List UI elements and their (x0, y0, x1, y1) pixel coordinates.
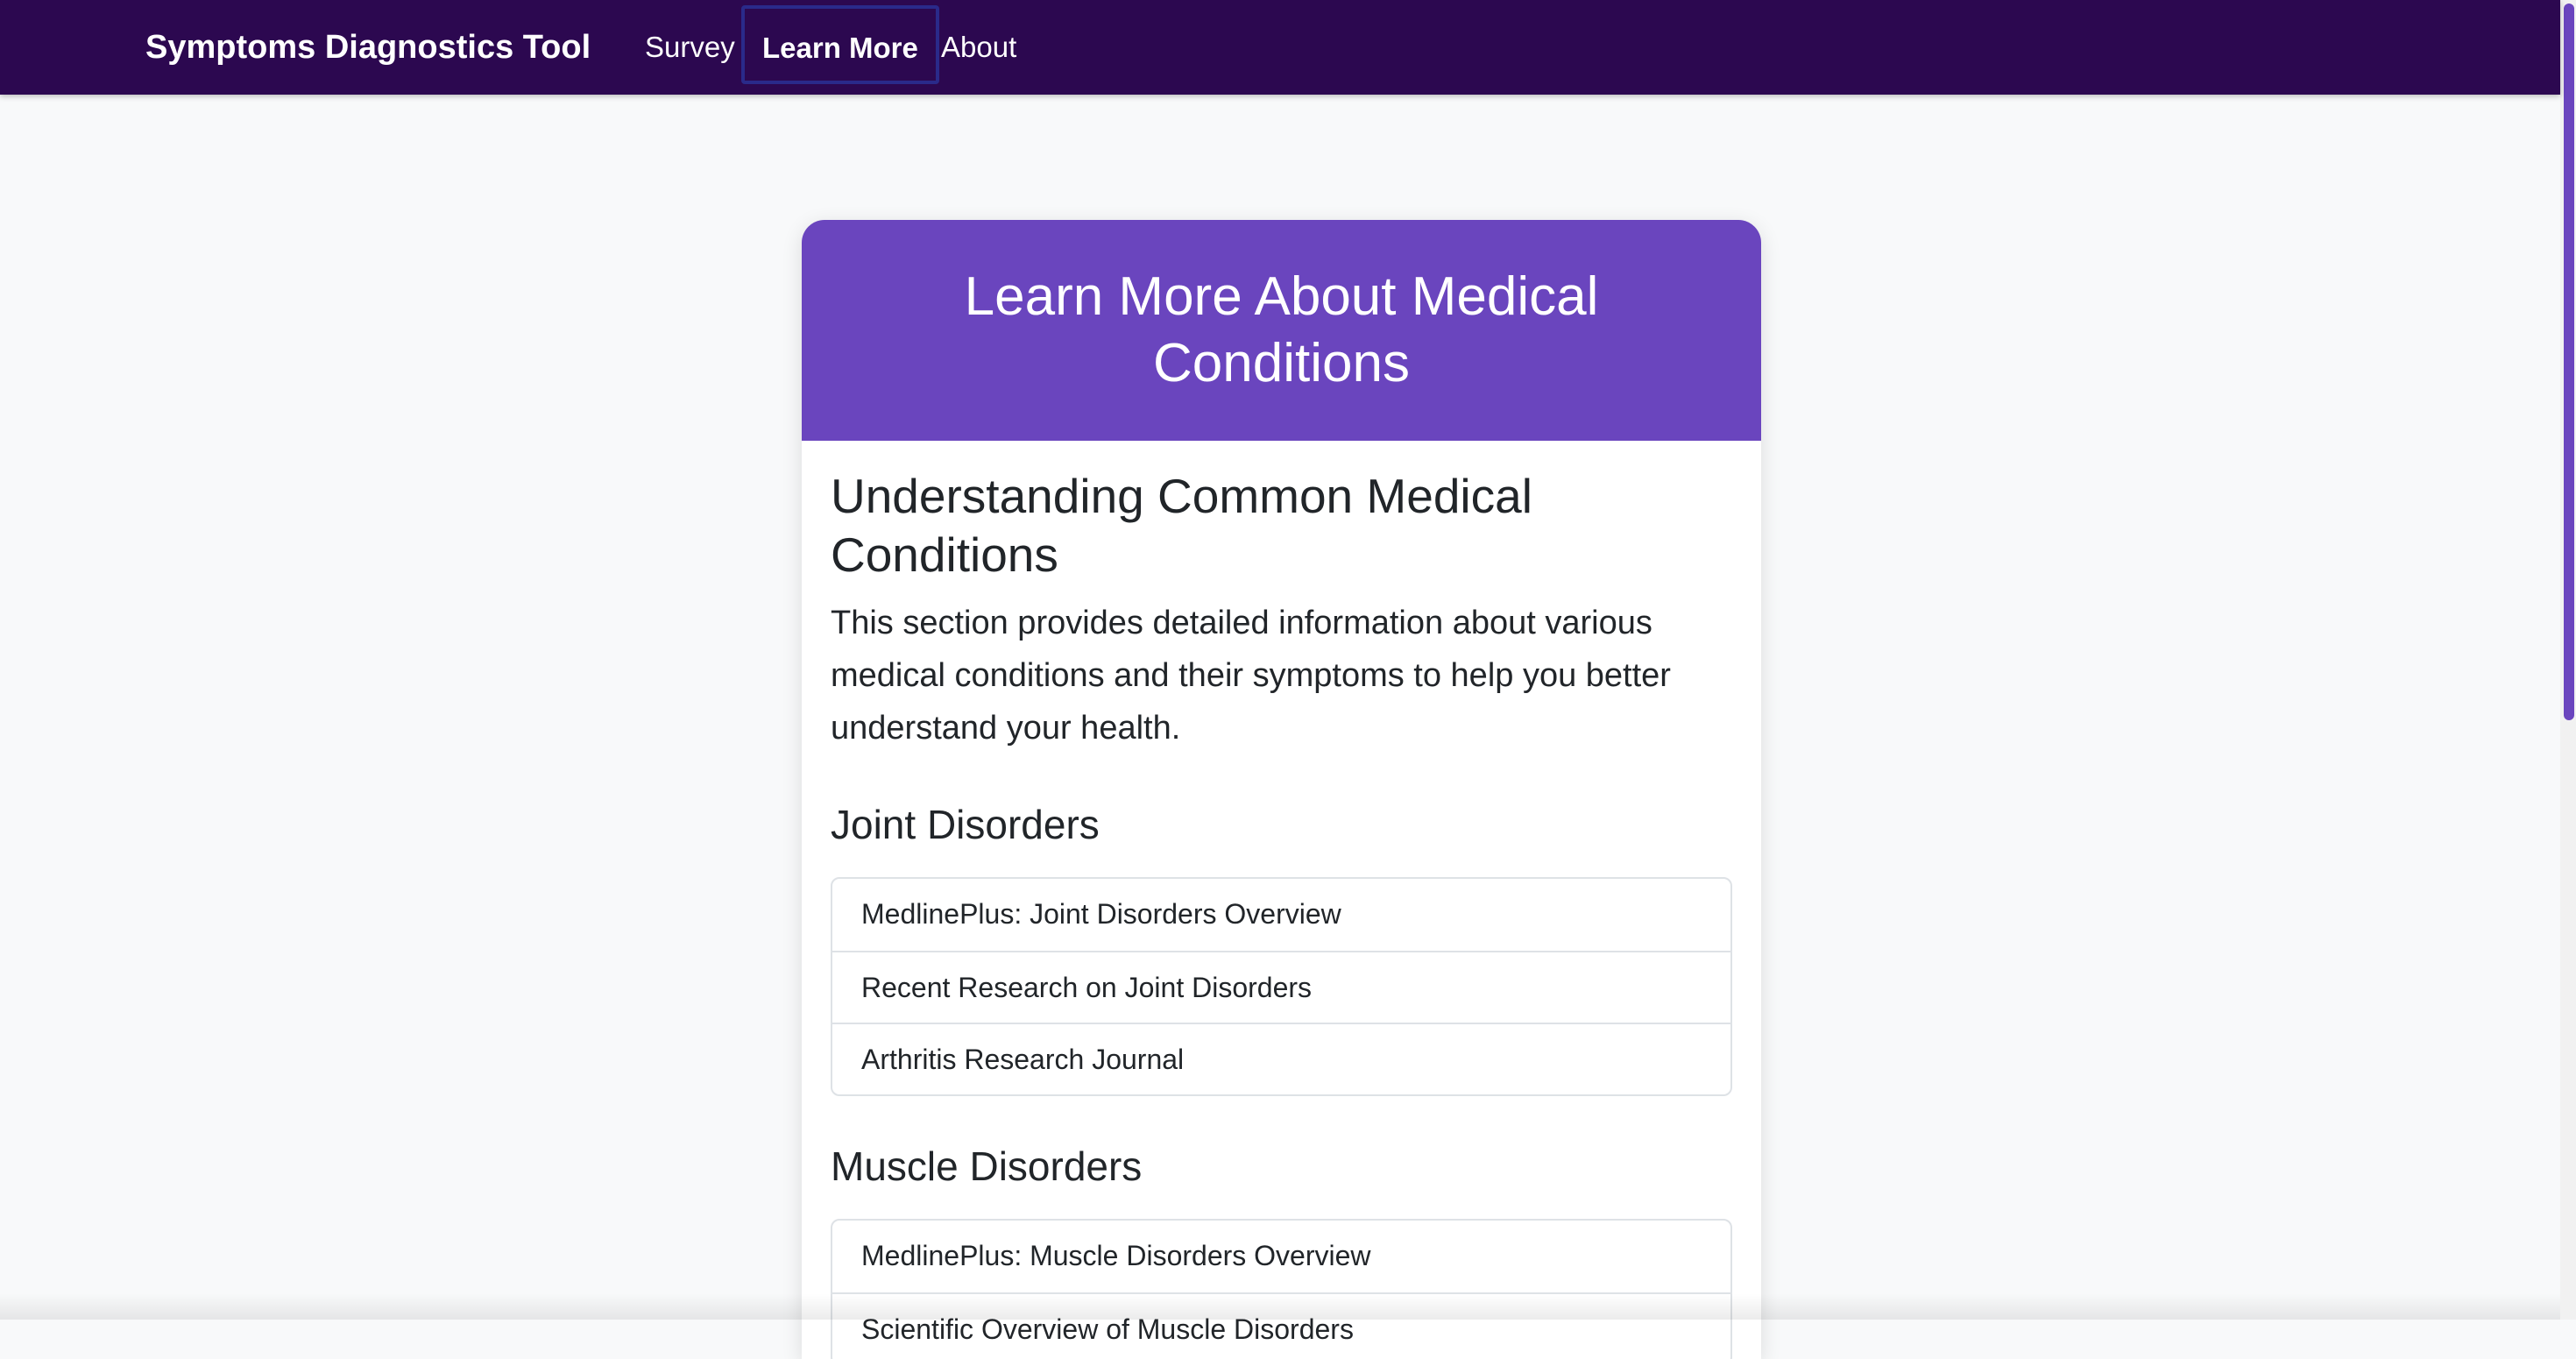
scrollbar-thumb[interactable] (2564, 4, 2574, 720)
section-title: Understanding Common Medical Conditions (831, 467, 1732, 584)
muscle-disorders-links: MedlinePlus: Muscle Disorders Overview S… (831, 1219, 1732, 1359)
scrollbar-track[interactable] (2560, 0, 2576, 1320)
learn-more-card: Learn More About Medical Conditions Unde… (802, 220, 1761, 1359)
nav-link-learn-more[interactable]: Learn More (741, 5, 939, 84)
card-body: Understanding Common Medical Conditions … (802, 441, 1761, 1359)
list-item-link[interactable]: MedlinePlus: Joint Disorders Overview (832, 879, 1730, 951)
list-item-link[interactable]: Recent Research on Joint Disorders (832, 951, 1730, 1023)
nav-link-about[interactable]: About (941, 0, 1016, 95)
intro-text: This section provides detailed informati… (831, 597, 1732, 754)
list-item-link[interactable]: Arthritis Research Journal (832, 1023, 1730, 1094)
category-title-muscle-disorders: Muscle Disorders (831, 1140, 1732, 1193)
list-item-link[interactable]: Scientific Overview of Muscle Disorders (832, 1292, 1730, 1359)
top-navbar: Symptoms Diagnostics Tool Survey Learn M… (0, 0, 2560, 95)
list-item-link[interactable]: MedlinePlus: Muscle Disorders Overview (832, 1221, 1730, 1292)
joint-disorders-links: MedlinePlus: Joint Disorders Overview Re… (831, 877, 1732, 1096)
card-header: Learn More About Medical Conditions (802, 220, 1761, 441)
category-title-joint-disorders: Joint Disorders (831, 798, 1732, 851)
card-header-title: Learn More About Medical Conditions (854, 264, 1709, 397)
brand-title[interactable]: Symptoms Diagnostics Tool (145, 0, 591, 95)
nav-link-survey[interactable]: Survey (645, 0, 735, 95)
